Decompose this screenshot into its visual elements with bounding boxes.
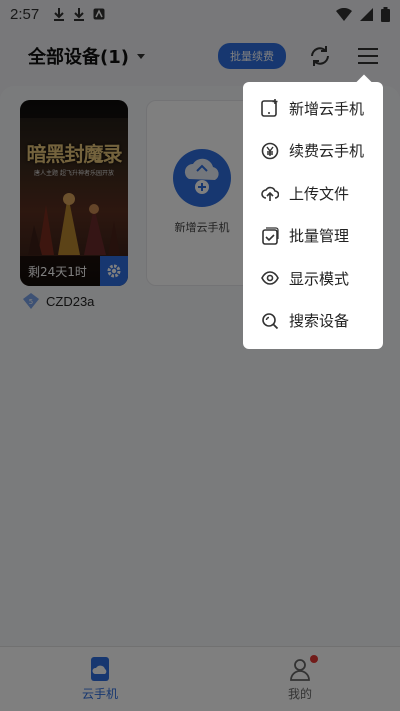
menu-item-batch-manage[interactable]: 批量管理 (243, 215, 383, 258)
menu-item-renew[interactable]: 续费云手机 (243, 130, 383, 173)
menu-item-search-device[interactable]: 搜索设备 (243, 300, 383, 343)
eye-icon (261, 269, 279, 287)
add-phone-icon (261, 99, 279, 118)
batch-check-icon (261, 227, 279, 245)
menu-item-upload[interactable]: 上传文件 (243, 172, 383, 215)
menu-item-display-mode[interactable]: 显示模式 (243, 257, 383, 300)
renew-icon (261, 142, 279, 160)
menu-item-label: 搜索设备 (289, 312, 350, 331)
search-device-icon (261, 312, 279, 330)
menu-item-label: 新增云手机 (289, 99, 365, 118)
menu-item-label: 上传文件 (289, 184, 350, 203)
menu-item-label: 批量管理 (289, 227, 350, 246)
menu-item-label: 显示模式 (289, 269, 350, 288)
dropdown-menu: 新增云手机 续费云手机 上传文件 批量管理 显示模式 搜索设备 (243, 82, 383, 349)
menu-item-label: 续费云手机 (289, 142, 365, 161)
menu-item-add-phone[interactable]: 新增云手机 (243, 87, 383, 130)
upload-cloud-icon (261, 184, 279, 202)
